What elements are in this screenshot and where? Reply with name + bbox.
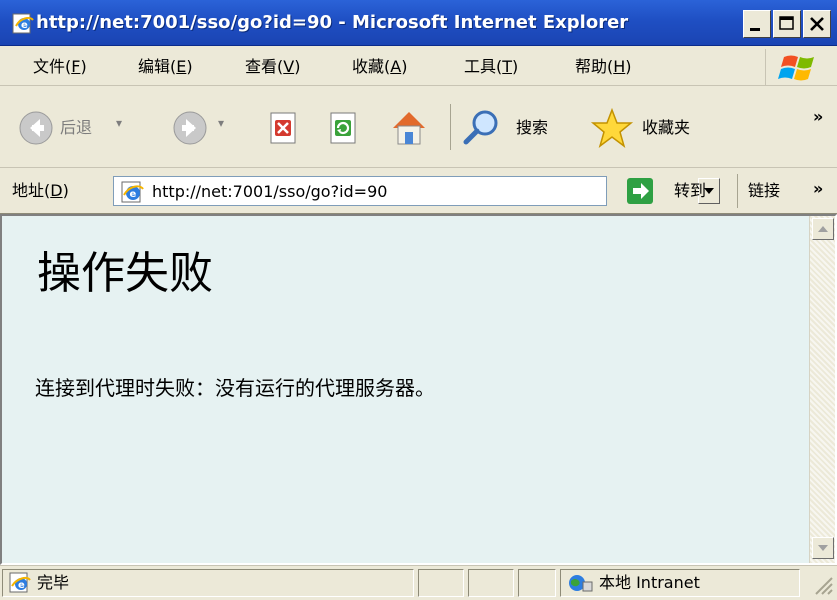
maximize-button[interactable] xyxy=(773,10,801,38)
status-message-pane: e 完毕 xyxy=(2,569,414,597)
menu-favorites[interactable]: 收藏(A) xyxy=(352,56,407,78)
favorites-button[interactable]: 收藏夹 xyxy=(590,106,730,150)
back-button[interactable]: 后退 ▾ xyxy=(18,108,138,148)
menu-file[interactable]: 文件(F) xyxy=(33,56,87,78)
refresh-icon xyxy=(325,112,361,150)
minimize-icon xyxy=(744,22,770,41)
status-text: 完毕 xyxy=(37,573,70,592)
address-url: http://net:7001/sso/go?id=90 xyxy=(152,182,388,201)
intranet-globe-icon xyxy=(567,572,593,598)
svg-text:e: e xyxy=(130,189,137,200)
close-button[interactable] xyxy=(803,10,831,38)
address-separator xyxy=(737,174,738,208)
stop-icon xyxy=(265,112,301,150)
close-icon xyxy=(804,17,830,41)
scroll-down-icon xyxy=(813,543,833,562)
ie-page-icon: e xyxy=(9,572,31,598)
windows-logo xyxy=(765,49,835,85)
back-dropdown-icon: ▾ xyxy=(116,116,123,130)
forward-button[interactable]: ▾ xyxy=(172,108,242,148)
home-button[interactable] xyxy=(387,106,431,150)
security-zone-text: 本地 Intranet xyxy=(599,573,700,592)
title-bar: e http://net:7001/sso/go?id=90 - Microso… xyxy=(0,0,837,46)
address-label: 地址(D) xyxy=(12,181,69,200)
star-icon xyxy=(590,106,634,154)
links-button[interactable]: 链接 xyxy=(748,180,780,202)
go-arrow-icon xyxy=(626,177,654,209)
page-body: 操作失败 连接到代理时失败：没有运行的代理服务器。 xyxy=(2,216,811,563)
ie-page-icon: e xyxy=(12,12,34,34)
refresh-button[interactable] xyxy=(325,110,361,146)
forward-dropdown-icon: ▾ xyxy=(218,116,225,130)
status-bar: e 完毕 本地 Intranet xyxy=(0,565,837,599)
toolbar: 后退 ▾ ▾ 搜索 收藏夹 » xyxy=(0,86,837,168)
svg-text:e: e xyxy=(18,580,25,591)
status-pane xyxy=(418,569,464,597)
scroll-up-button[interactable] xyxy=(812,218,834,240)
back-label: 后退 xyxy=(60,118,93,137)
back-arrow-icon xyxy=(18,110,54,150)
forward-arrow-icon xyxy=(172,110,208,150)
search-icon xyxy=(460,106,504,154)
go-label: 转到 xyxy=(674,181,707,200)
error-message: 连接到代理时失败：没有运行的代理服务器。 xyxy=(35,376,435,400)
links-chevron-icon[interactable]: » xyxy=(813,178,823,200)
menu-tools[interactable]: 工具(T) xyxy=(464,56,518,78)
address-bar: 地址(D) e http://net:7001/sso/go?id=90 转到 … xyxy=(0,168,837,214)
search-button[interactable]: 搜索 xyxy=(460,106,578,150)
menu-edit[interactable]: 编辑(E) xyxy=(138,56,193,78)
svg-text:e: e xyxy=(21,20,28,31)
ie-page-icon: e xyxy=(120,180,144,208)
maximize-icon xyxy=(774,16,800,41)
window-title: http://net:7001/sso/go?id=90 - Microsoft… xyxy=(36,12,629,33)
vertical-scrollbar[interactable] xyxy=(809,216,835,563)
stop-button[interactable] xyxy=(265,110,301,146)
menu-view[interactable]: 查看(V) xyxy=(245,56,300,78)
search-label: 搜索 xyxy=(516,118,549,137)
status-pane xyxy=(518,569,556,597)
page-heading: 操作失败 xyxy=(37,248,213,299)
resize-grip-icon[interactable] xyxy=(812,574,834,600)
go-button[interactable]: 转到 xyxy=(626,176,722,206)
address-input[interactable]: e http://net:7001/sso/go?id=90 xyxy=(113,176,720,208)
status-pane xyxy=(468,569,514,597)
toolbar-chevron-icon[interactable]: » xyxy=(813,106,823,128)
scroll-down-button[interactable] xyxy=(812,537,834,559)
minimize-button[interactable] xyxy=(743,10,771,38)
menu-help[interactable]: 帮助(H) xyxy=(575,56,632,78)
home-icon xyxy=(387,112,431,154)
favorites-label: 收藏夹 xyxy=(642,118,691,137)
scroll-up-icon xyxy=(813,224,833,243)
security-zone-pane: 本地 Intranet xyxy=(560,569,800,597)
menu-bar: 文件(F) 编辑(E) 查看(V) 收藏(A) 工具(T) 帮助(H) xyxy=(0,46,837,86)
content-viewport: 操作失败 连接到代理时失败：没有运行的代理服务器。 xyxy=(0,214,837,565)
toolbar-separator xyxy=(450,104,451,150)
